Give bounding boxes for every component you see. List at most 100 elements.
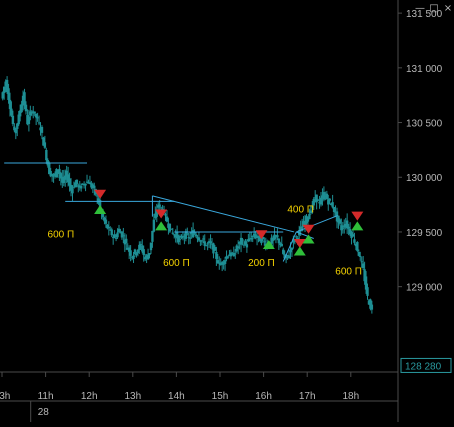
candle-body[interactable]	[116, 232, 119, 238]
close-button[interactable]: ×	[442, 3, 454, 15]
candle-body[interactable]	[45, 149, 48, 161]
candle-body[interactable]	[360, 261, 363, 263]
candle-body[interactable]	[202, 238, 205, 240]
chart-area[interactable]: 131 500 131 000 130 500 130 000 129 500 129 0…	[0, 0, 454, 422]
candle-body[interactable]	[30, 112, 33, 114]
candle-body[interactable]	[138, 244, 141, 250]
candle-body[interactable]	[359, 255, 362, 257]
candle-body[interactable]	[43, 142, 47, 148]
candle-body[interactable]	[117, 228, 121, 233]
candle-body[interactable]	[132, 255, 135, 259]
candle-body[interactable]	[122, 235, 125, 237]
candle-body[interactable]	[149, 242, 153, 251]
candle-body[interactable]	[341, 227, 345, 229]
candle-body[interactable]	[164, 214, 167, 216]
candle-body[interactable]	[104, 219, 108, 224]
candle-body[interactable]	[209, 241, 212, 244]
candle-body[interactable]	[181, 237, 185, 239]
candle-body[interactable]	[332, 207, 336, 213]
candle-body[interactable]	[282, 249, 285, 254]
candle-body[interactable]	[142, 249, 145, 256]
candle-body[interactable]	[68, 178, 71, 186]
candle-body[interactable]	[129, 250, 132, 256]
candle-body[interactable]	[197, 237, 201, 241]
candle-body[interactable]	[2, 86, 6, 94]
candle-body[interactable]	[14, 129, 18, 134]
candle-body[interactable]	[204, 245, 208, 247]
candle-body[interactable]	[361, 263, 365, 269]
candle-body[interactable]	[276, 235, 279, 238]
candle-body[interactable]	[110, 229, 113, 236]
candle-body[interactable]	[135, 252, 138, 256]
candle-body[interactable]	[10, 108, 13, 116]
candle-body[interactable]	[226, 256, 230, 258]
candle-body[interactable]	[200, 240, 204, 242]
candle-body[interactable]	[75, 179, 79, 185]
restore-button[interactable]: □	[428, 3, 440, 15]
candle-body[interactable]	[234, 253, 237, 255]
candle-body[interactable]	[85, 181, 89, 183]
candle-body[interactable]	[353, 239, 356, 243]
candle-body[interactable]	[338, 219, 342, 224]
candle-body[interactable]	[143, 257, 147, 260]
candle-body[interactable]	[152, 219, 156, 232]
candle-body[interactable]	[213, 247, 217, 251]
candle-body[interactable]	[27, 116, 31, 125]
candle-body[interactable]	[232, 252, 236, 257]
candle-body[interactable]	[215, 251, 218, 259]
price-chart[interactable]: 131 500131 000130 500130 000129 500129 0…	[0, 0, 454, 422]
candle-body[interactable]	[247, 239, 250, 242]
candle-body[interactable]	[287, 255, 291, 259]
candle-body[interactable]	[236, 246, 240, 249]
candle-body[interactable]	[328, 198, 331, 201]
candle-body[interactable]	[263, 241, 266, 243]
candle-body[interactable]	[370, 304, 374, 310]
candle-body[interactable]	[171, 232, 174, 234]
candle-body[interactable]	[251, 236, 254, 238]
candle-body[interactable]	[178, 238, 182, 240]
candle-body[interactable]	[16, 123, 19, 129]
candle-body[interactable]	[244, 241, 247, 245]
candle-body[interactable]	[357, 251, 360, 256]
candle-body[interactable]	[206, 243, 209, 245]
candle-body[interactable]	[71, 188, 74, 194]
candle-body[interactable]	[107, 226, 111, 229]
candle-body[interactable]	[158, 204, 161, 207]
candle-body[interactable]	[1, 92, 4, 99]
candle-body[interactable]	[11, 115, 15, 125]
candle-body[interactable]	[295, 236, 298, 238]
candle-body[interactable]	[239, 237, 243, 245]
candle-body[interactable]	[80, 186, 83, 189]
minimize-button[interactable]: —	[414, 3, 426, 15]
candle-body[interactable]	[241, 239, 244, 241]
candle-body[interactable]	[289, 249, 292, 253]
candle-body[interactable]	[319, 197, 323, 205]
candle-body[interactable]	[316, 199, 320, 201]
candle-body[interactable]	[223, 260, 227, 264]
candle-body[interactable]	[113, 234, 116, 238]
candle-body[interactable]	[136, 249, 140, 254]
candle-body[interactable]	[170, 228, 173, 230]
candle-body[interactable]	[34, 113, 38, 118]
candle-body[interactable]	[93, 185, 96, 189]
candle-body[interactable]	[325, 193, 329, 199]
candle-body[interactable]	[280, 243, 283, 247]
candle-body[interactable]	[277, 238, 281, 244]
candle-body[interactable]	[250, 238, 253, 240]
candle-body[interactable]	[125, 238, 128, 244]
candle-body[interactable]	[165, 216, 169, 222]
candle-body[interactable]	[148, 253, 151, 255]
candle-body[interactable]	[290, 247, 294, 250]
candle-body[interactable]	[23, 92, 26, 106]
candle-body[interactable]	[340, 225, 343, 231]
candle-body[interactable]	[36, 117, 39, 119]
candle-body[interactable]	[366, 287, 369, 296]
candle-body[interactable]	[351, 234, 355, 237]
candle-body[interactable]	[186, 233, 189, 235]
candle-body[interactable]	[194, 234, 198, 237]
candle-body[interactable]	[7, 88, 10, 100]
candle-body[interactable]	[159, 207, 163, 209]
candle-body[interactable]	[20, 104, 23, 113]
candle-body[interactable]	[331, 202, 334, 208]
candle-body[interactable]	[37, 122, 41, 124]
